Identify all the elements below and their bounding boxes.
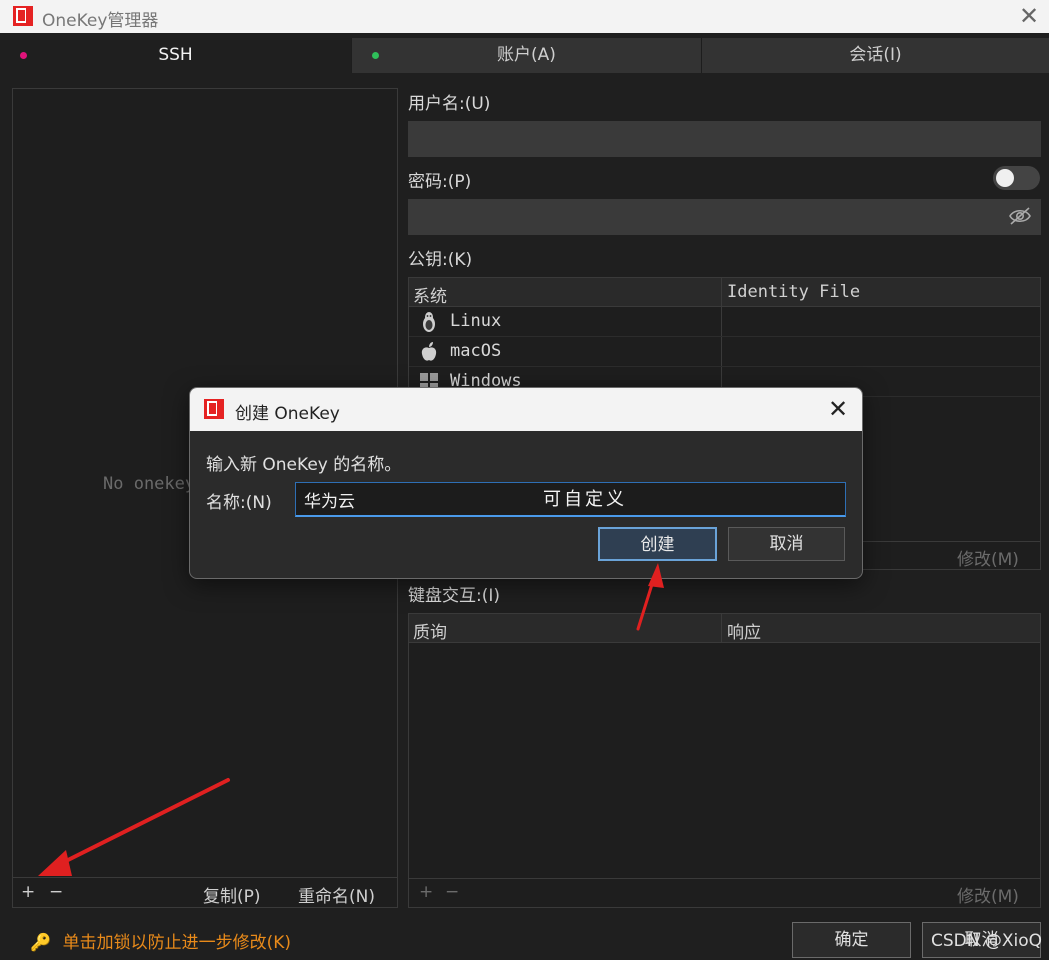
password-label: 密码:(P)	[408, 172, 472, 192]
window-title: OneKey管理器	[42, 11, 159, 31]
keyboard-table-header: 质询 响应	[409, 614, 1040, 643]
column-header-identity-file[interactable]: Identity File	[727, 282, 860, 302]
username-label: 用户名:(U)	[408, 94, 491, 114]
name-label: 名称:(N)	[206, 493, 272, 513]
toggle-knob	[996, 169, 1014, 187]
column-separator	[721, 614, 722, 643]
add-onekey-button[interactable]: +	[21, 882, 35, 902]
tab-account-label: 账户(A)	[497, 45, 556, 65]
tab-ssh[interactable]: SSH	[0, 38, 352, 73]
copy-button[interactable]: 复制(P)	[203, 882, 261, 907]
column-header-system[interactable]: 系统	[413, 282, 447, 307]
lock-toggle[interactable]: 🔑 单击加锁以防止进一步修改(K)	[30, 928, 291, 953]
dialog-close-button[interactable]: ✕	[824, 394, 852, 424]
status-dot-icon	[20, 52, 27, 59]
keyboard-interactive-label: 键盘交互:(I)	[408, 586, 501, 606]
create-onekey-dialog: 创建 OneKey ✕ 输入新 OneKey 的名称。 名称:(N) 可自定义 …	[189, 387, 863, 579]
window-close-button[interactable]: ✕	[1014, 3, 1044, 29]
pubkey-label: 公钥:(K)	[408, 250, 473, 270]
remove-challenge-button[interactable]: −	[445, 882, 459, 902]
os-name: macOS	[450, 341, 502, 361]
apple-icon	[421, 342, 437, 361]
onekey-app-icon	[204, 399, 224, 419]
tab-bar: SSH 账户(A) 会话(I)	[0, 38, 1049, 73]
tab-ssh-label: SSH	[158, 45, 193, 65]
window-titlebar: OneKey管理器 ✕	[0, 0, 1049, 33]
list-toolbar: + − 复制(P) 重命名(N)	[13, 877, 397, 907]
eye-hidden-icon[interactable]	[1008, 206, 1032, 226]
keyboard-modify-button[interactable]: 修改(M)	[957, 882, 1019, 907]
pubkey-modify-button[interactable]: 修改(M)	[957, 545, 1019, 570]
keyboard-interactive-table: 质询 响应 + − 修改(M)	[408, 613, 1041, 908]
password-field[interactable]	[408, 199, 1041, 235]
csdn-watermark: CSDN @XioQ	[931, 931, 1043, 951]
pubkey-table-header: 系统 Identity File	[409, 278, 1040, 307]
keyboard-table-toolbar: + − 修改(M)	[409, 878, 1040, 907]
dialog-cancel-button[interactable]: 取消	[728, 527, 845, 561]
add-challenge-button[interactable]: +	[419, 882, 433, 902]
dialog-prompt: 输入新 OneKey 的名称。	[206, 455, 402, 475]
annotation-customizable: 可自定义	[543, 489, 627, 510]
close-icon: ✕	[1018, 2, 1040, 30]
column-header-challenge[interactable]: 质询	[413, 618, 447, 643]
table-row[interactable]: Linux	[409, 307, 1040, 337]
remove-onekey-button[interactable]: −	[49, 882, 63, 902]
table-row[interactable]: macOS	[409, 337, 1040, 367]
ok-button[interactable]: 确定	[792, 922, 911, 958]
create-button[interactable]: 创建	[598, 527, 717, 561]
password-toggle[interactable]	[993, 166, 1040, 190]
lock-text: 单击加锁以防止进一步修改(K)	[62, 933, 291, 953]
dialog-titlebar: 创建 OneKey ✕	[190, 388, 862, 431]
empty-list-text: No onekey	[103, 474, 196, 494]
rename-button[interactable]: 重命名(N)	[298, 882, 375, 907]
column-header-response[interactable]: 响应	[727, 618, 761, 643]
close-icon: ✕	[827, 395, 849, 423]
username-field[interactable]	[408, 121, 1041, 157]
linux-icon	[423, 312, 435, 332]
dialog-title: 创建 OneKey	[235, 404, 340, 424]
onekey-app-icon	[13, 6, 33, 26]
tab-session[interactable]: 会话(I)	[702, 38, 1049, 73]
status-dot-icon	[372, 52, 379, 59]
os-name: Linux	[450, 311, 502, 331]
tab-account[interactable]: 账户(A)	[352, 38, 702, 73]
tab-session-label: 会话(I)	[849, 45, 902, 65]
key-icon: 🔑	[30, 933, 52, 953]
